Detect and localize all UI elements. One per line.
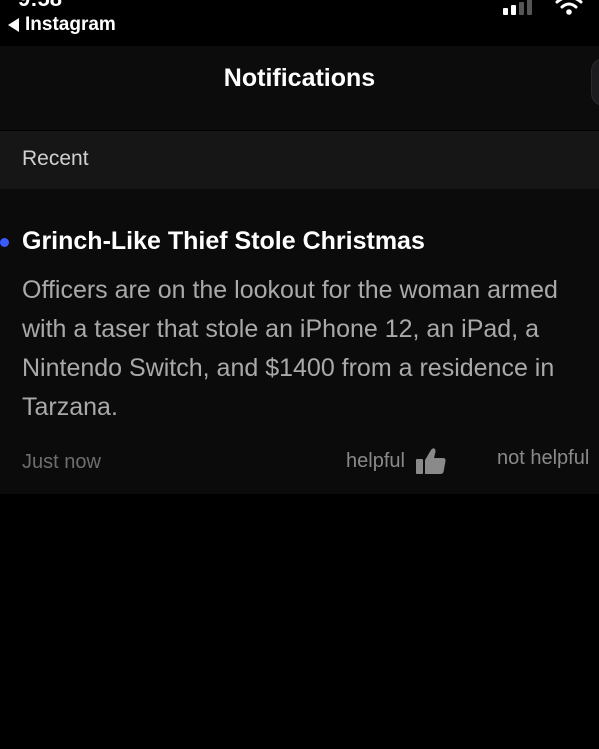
wifi-icon xyxy=(555,0,583,15)
page-title: Notifications xyxy=(223,64,376,92)
unread-indicator xyxy=(0,238,9,247)
navigation-header: Notifications xyxy=(0,46,599,130)
not-helpful-button[interactable]: not helpful xyxy=(497,447,589,470)
status-bar: 9:58 Instagram xyxy=(0,0,599,46)
status-time: 9:58 xyxy=(18,0,62,12)
helpful-button[interactable]: helpful xyxy=(346,447,447,475)
back-to-instagram-link[interactable]: Instagram xyxy=(8,12,116,38)
notification-item[interactable]: Grinch-Like Thief Stole Christmas Office… xyxy=(0,189,599,494)
helpful-label: helpful xyxy=(346,449,405,472)
header-action-button[interactable] xyxy=(591,58,599,106)
back-link-label: Instagram xyxy=(25,14,116,35)
notification-title: Grinch-Like Thief Stole Christmas xyxy=(22,227,425,255)
section-header-recent: Recent xyxy=(0,131,599,189)
cellular-signal-icon xyxy=(503,0,532,15)
notifications-screen: 9:58 Instagram Notifications Recent Grin… xyxy=(0,0,599,749)
section-label: Recent xyxy=(22,147,89,170)
thumbs-up-icon xyxy=(415,448,446,474)
notification-timestamp: Just now xyxy=(22,451,101,473)
back-arrow-icon xyxy=(8,18,19,32)
notification-body: Officers are on the lookout for the woma… xyxy=(22,276,558,421)
